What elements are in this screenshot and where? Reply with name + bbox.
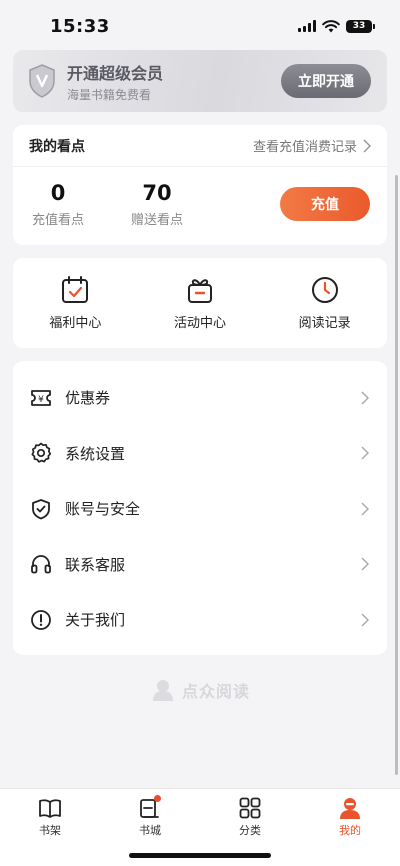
vip-badge-icon	[27, 63, 57, 99]
chevron-right-icon	[361, 391, 369, 405]
settings-menu: ¥ 优惠券 系统设置 账号与安全 联系客服 关于我们	[13, 361, 387, 655]
quick-item-welfare[interactable]: 福利中心	[13, 258, 138, 348]
status-time: 15:33	[50, 15, 110, 37]
tab-label: 分类	[239, 824, 261, 837]
menu-item-system-settings[interactable]: 系统设置	[13, 426, 387, 482]
menu-item-customer-service[interactable]: 联系客服	[13, 537, 387, 593]
scrollbar[interactable]	[395, 175, 398, 775]
recharge-points-value: 0	[50, 181, 66, 205]
quick-item-activity[interactable]: 活动中心	[138, 258, 263, 348]
shield-icon	[29, 497, 53, 521]
chevron-right-icon	[361, 502, 369, 516]
menu-item-label: 账号与安全	[65, 500, 141, 519]
chevron-right-icon	[361, 557, 369, 571]
battery-icon: 33	[346, 19, 375, 33]
gear-icon	[29, 441, 53, 465]
clock-icon	[311, 277, 338, 303]
quick-actions: 福利中心 活动中心 阅读记录	[13, 258, 387, 348]
brand-logo-icon	[152, 680, 173, 701]
recharge-records-link[interactable]: 查看充值消费记录	[253, 136, 371, 155]
points-card: 我的看点 查看充值消费记录 0 充值看点 70 赠送看点 充值	[13, 125, 387, 245]
vip-banner[interactable]: 开通超级会员 海量书籍免费看 立即开通	[13, 50, 387, 112]
menu-item-label: 联系客服	[65, 555, 126, 574]
grid-icon	[239, 797, 261, 819]
tab-label: 书架	[39, 824, 61, 837]
chevron-right-icon	[363, 138, 371, 153]
quick-item-label: 阅读记录	[298, 316, 351, 331]
quick-item-label: 福利中心	[49, 316, 102, 331]
open-vip-button[interactable]: 立即开通	[281, 64, 371, 98]
recharge-records-label: 查看充值消费记录	[252, 140, 357, 155]
info-icon	[29, 608, 53, 632]
headphones-icon	[29, 552, 53, 576]
quick-item-reading-history[interactable]: 阅读记录	[262, 258, 387, 348]
quick-item-label: 活动中心	[174, 316, 227, 331]
svg-text:¥: ¥	[38, 395, 44, 405]
gift-icon	[188, 279, 212, 303]
recharge-button[interactable]: 充值	[280, 187, 370, 221]
points-body: 0 充值看点 70 赠送看点 充值	[13, 167, 387, 245]
menu-item-about-us[interactable]: 关于我们	[13, 592, 387, 648]
gift-points-label: 赠送看点	[130, 213, 183, 228]
menu-item-label: 关于我们	[65, 611, 126, 630]
points-title: 我的看点	[29, 138, 85, 155]
recharge-points-label: 充值看点	[31, 213, 84, 228]
book-icon	[39, 799, 61, 818]
status-bar: 15:33 33	[0, 0, 400, 52]
tab-label: 书城	[139, 824, 161, 837]
chevron-right-icon	[361, 613, 369, 627]
vip-subtitle: 海量书籍免费看	[67, 87, 152, 102]
tab-bookshelf[interactable]: 书架	[0, 789, 100, 866]
status-icons: 33	[298, 19, 375, 33]
calendar-check-icon	[62, 276, 89, 303]
tab-label: 我的	[339, 824, 361, 837]
menu-item-account-security[interactable]: 账号与安全	[13, 481, 387, 537]
menu-item-label: 系统设置	[65, 444, 126, 463]
wifi-icon	[322, 19, 340, 32]
coupon-icon: ¥	[29, 386, 53, 410]
vip-texts: 开通超级会员 海量书籍免费看	[67, 60, 281, 103]
chevron-right-icon	[361, 446, 369, 460]
tab-mine[interactable]: 我的	[300, 789, 400, 866]
user-icon	[340, 798, 360, 819]
recharge-points-stat[interactable]: 0 充值看点	[28, 181, 88, 228]
vip-title: 开通超级会员	[67, 63, 164, 83]
gift-points-value: 70	[142, 181, 172, 205]
points-header: 我的看点 查看充值消费记录	[13, 125, 387, 167]
brand-watermark: 点众阅读	[0, 678, 400, 702]
menu-item-coupons[interactable]: ¥ 优惠券	[13, 370, 387, 426]
new-badge-dot	[154, 795, 161, 802]
brand-name: 点众阅读	[181, 682, 250, 701]
signal-icon	[298, 20, 316, 32]
menu-item-label: 优惠券	[65, 389, 111, 408]
gift-points-stat[interactable]: 70 赠送看点	[127, 181, 187, 228]
home-indicator	[129, 853, 271, 858]
